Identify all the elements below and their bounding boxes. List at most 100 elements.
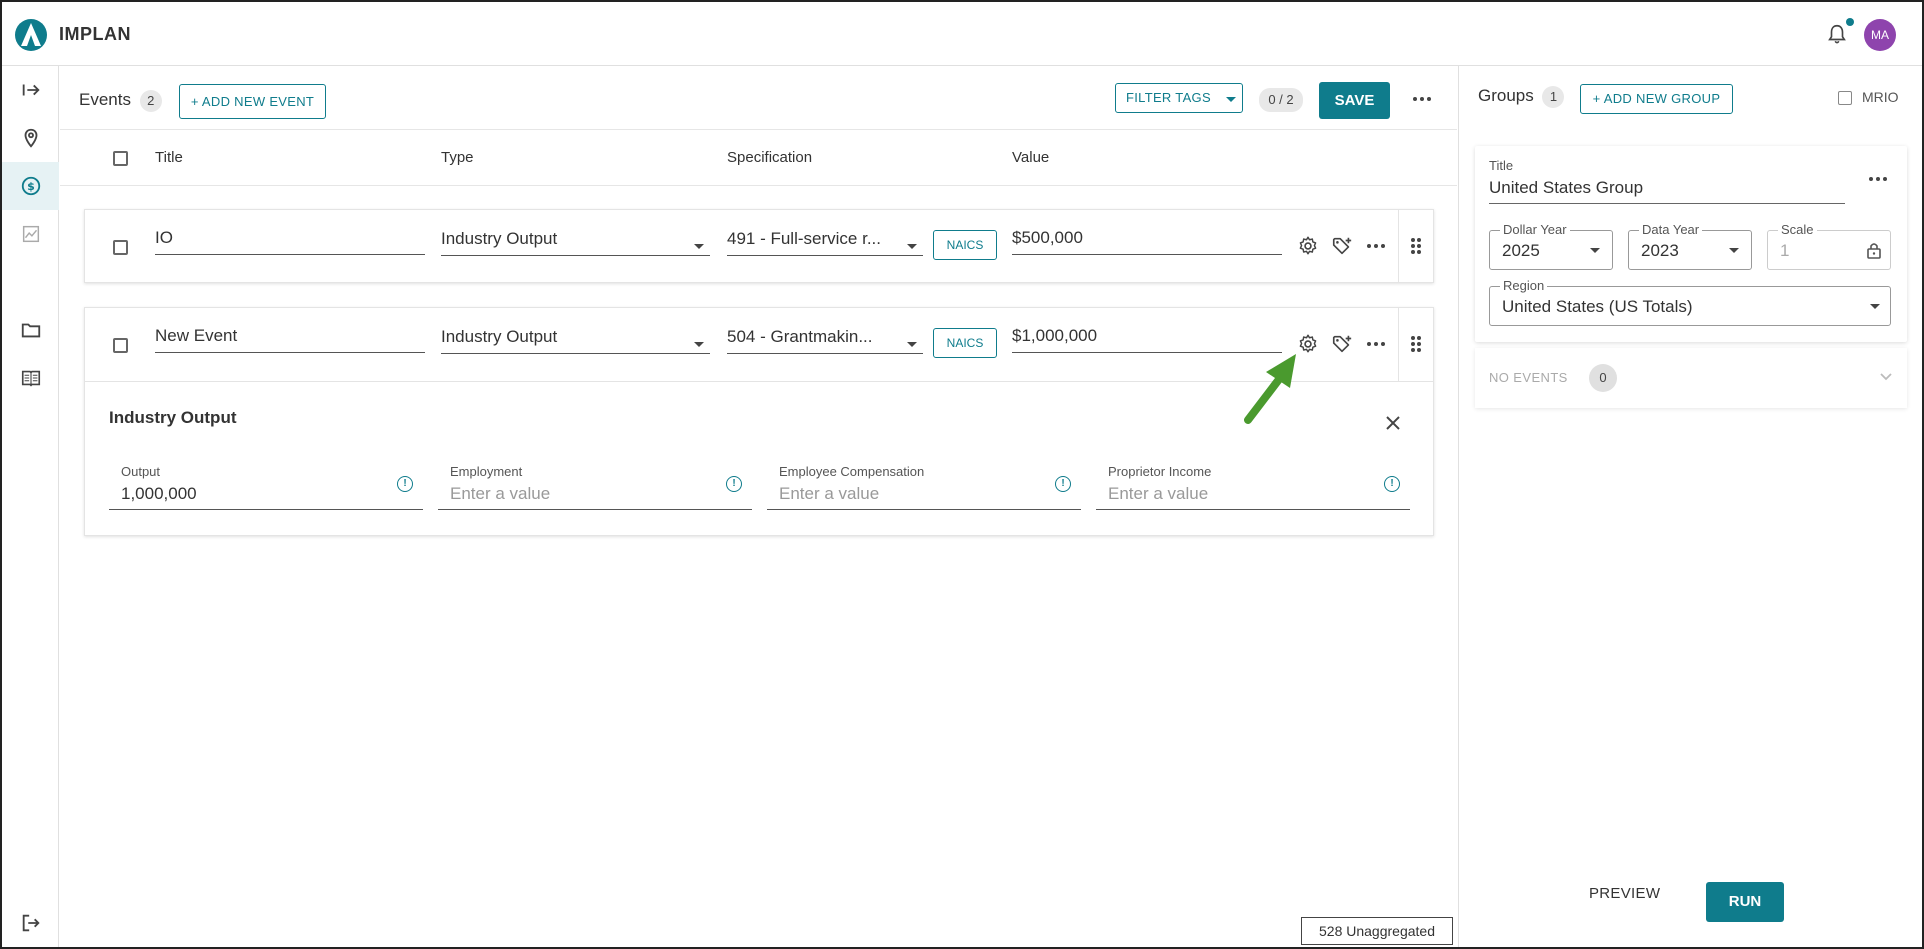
chevron-down-icon [1590, 248, 1600, 253]
avatar[interactable]: MA [1864, 19, 1896, 51]
data-year-select[interactable]: Data Year 2023 [1628, 222, 1752, 270]
mrio-label: MRIO [1862, 89, 1899, 105]
column-title: Title [155, 149, 183, 166]
region-select[interactable]: Region United States (US Totals) [1489, 278, 1891, 326]
proprietor-income-placeholder: Enter a value [1108, 484, 1209, 503]
data-year-value: 2023 [1641, 241, 1679, 260]
event-type-value: Industry Output [441, 229, 558, 248]
chevron-down-icon [907, 342, 917, 347]
scale-label: Scale [1778, 222, 1817, 237]
book-icon[interactable] [2, 354, 59, 402]
save-button[interactable]: SAVE [1319, 82, 1390, 119]
implan-logo-icon[interactable] [14, 18, 48, 52]
naics-button[interactable]: NAICS [933, 328, 997, 358]
drag-handle-icon[interactable] [1405, 333, 1427, 355]
add-tag-icon[interactable] [1331, 235, 1353, 257]
region-label: Region [1500, 278, 1548, 293]
group-title-input[interactable]: United States Group [1489, 174, 1845, 204]
column-type: Type [441, 149, 474, 166]
run-button[interactable]: RUN [1706, 882, 1784, 922]
add-new-event-button[interactable]: + ADD NEW EVENT [179, 84, 326, 119]
groups-count-badge: 1 [1542, 86, 1565, 108]
events-count-badge: 2 [139, 90, 162, 112]
no-events-count: 0 [1589, 364, 1617, 392]
dollar-year-value: 2025 [1502, 241, 1540, 260]
event-type-value: Industry Output [441, 327, 558, 346]
more-options-icon[interactable] [1365, 333, 1387, 355]
output-label: Output [121, 464, 161, 479]
notification-bell-icon[interactable] [1826, 22, 1848, 46]
gear-icon[interactable] [1297, 235, 1319, 257]
proprietor-income-field[interactable]: Proprietor Income Enter a value ! [1096, 460, 1410, 510]
group-card: Title United States Group Dollar Year 20… [1475, 146, 1907, 342]
info-icon[interactable]: ! [726, 476, 742, 492]
add-tag-icon[interactable] [1331, 333, 1353, 355]
logout-icon[interactable] [2, 899, 59, 947]
divider [85, 381, 1433, 382]
scale-value: 1 [1780, 241, 1790, 260]
event-type-select[interactable]: Industry Output [441, 224, 710, 256]
event-specification-select[interactable]: 504 - Grantmakin... [727, 322, 923, 354]
group-title-label: Title [1489, 158, 1514, 173]
info-icon[interactable]: ! [1384, 476, 1400, 492]
events-title: Events 2 [79, 90, 162, 112]
selection-count-badge: 0 / 2 [1259, 88, 1303, 112]
proprietor-income-label: Proprietor Income [1108, 464, 1212, 479]
employment-label: Employment [450, 464, 523, 479]
annotation-arrow-icon [1244, 354, 1296, 424]
event-type-select[interactable]: Industry Output [441, 322, 710, 354]
mrio-checkbox[interactable] [1838, 91, 1852, 105]
chart-icon[interactable] [2, 210, 59, 258]
more-options-icon[interactable] [1365, 235, 1387, 257]
events-title-text: Events [79, 90, 131, 109]
divider [1398, 210, 1399, 282]
chevron-down-icon [694, 244, 704, 249]
no-events-section[interactable]: NO EVENTS 0 [1475, 348, 1907, 408]
more-options-icon[interactable] [1867, 168, 1889, 190]
column-specification: Specification [727, 149, 813, 166]
filter-tags-label: FILTER TAGS [1126, 90, 1211, 105]
dollar-icon[interactable]: $ [2, 162, 59, 210]
add-new-group-button[interactable]: + ADD NEW GROUP [1580, 84, 1733, 114]
employee-compensation-field[interactable]: Employee Compensation Enter a value ! [767, 460, 1081, 510]
groups-title: Groups 1 [1478, 86, 1565, 108]
event-title-input[interactable]: IO [155, 223, 425, 255]
more-options-icon[interactable] [1411, 88, 1433, 110]
info-icon[interactable]: ! [397, 476, 413, 492]
employment-field[interactable]: Employment Enter a value ! [438, 460, 752, 510]
detail-title: Industry Output [109, 408, 237, 427]
folder-icon[interactable] [2, 306, 59, 354]
close-icon[interactable] [1383, 413, 1403, 433]
event-title-input[interactable]: New Event [155, 321, 425, 353]
chevron-down-icon [1226, 97, 1236, 102]
event-row: IO Industry Output 491 - Full-service r.… [84, 209, 1434, 283]
chevron-down-icon [907, 244, 917, 249]
dollar-year-label: Dollar Year [1500, 222, 1570, 237]
drag-handle-icon[interactable] [1405, 235, 1427, 257]
info-icon[interactable]: ! [1055, 476, 1071, 492]
event-specification-select[interactable]: 491 - Full-service r... [727, 224, 923, 256]
left-rail: $ [2, 66, 59, 947]
no-events-label: NO EVENTS [1489, 370, 1568, 385]
app-brand: IMPLAN [59, 24, 131, 44]
divider [1398, 308, 1399, 381]
filter-tags-button[interactable]: FILTER TAGS [1115, 83, 1243, 113]
dollar-year-select[interactable]: Dollar Year 2025 [1489, 222, 1613, 270]
event-value-input[interactable]: $500,000 [1012, 223, 1282, 255]
chevron-down-icon [1729, 248, 1739, 253]
data-year-label: Data Year [1639, 222, 1703, 237]
location-pin-icon[interactable] [2, 114, 59, 162]
output-field[interactable]: Output 1,000,000 ! [109, 460, 423, 510]
naics-button[interactable]: NAICS [933, 230, 997, 260]
row-checkbox[interactable] [113, 338, 128, 353]
preview-button[interactable]: PREVIEW [1589, 885, 1660, 902]
collapse-arrow-icon[interactable] [2, 66, 59, 114]
row-checkbox[interactable] [113, 240, 128, 255]
notification-dot [1846, 18, 1854, 26]
top-bar: IMPLAN MA [2, 2, 1922, 66]
chevron-down-icon[interactable] [1879, 372, 1893, 382]
event-row-expanded: New Event Industry Output 504 - Grantmak… [84, 307, 1434, 536]
select-all-checkbox[interactable] [113, 151, 128, 166]
unaggregated-count[interactable]: 528 Unaggregated [1301, 917, 1453, 945]
output-value: 1,000,000 [121, 484, 197, 503]
